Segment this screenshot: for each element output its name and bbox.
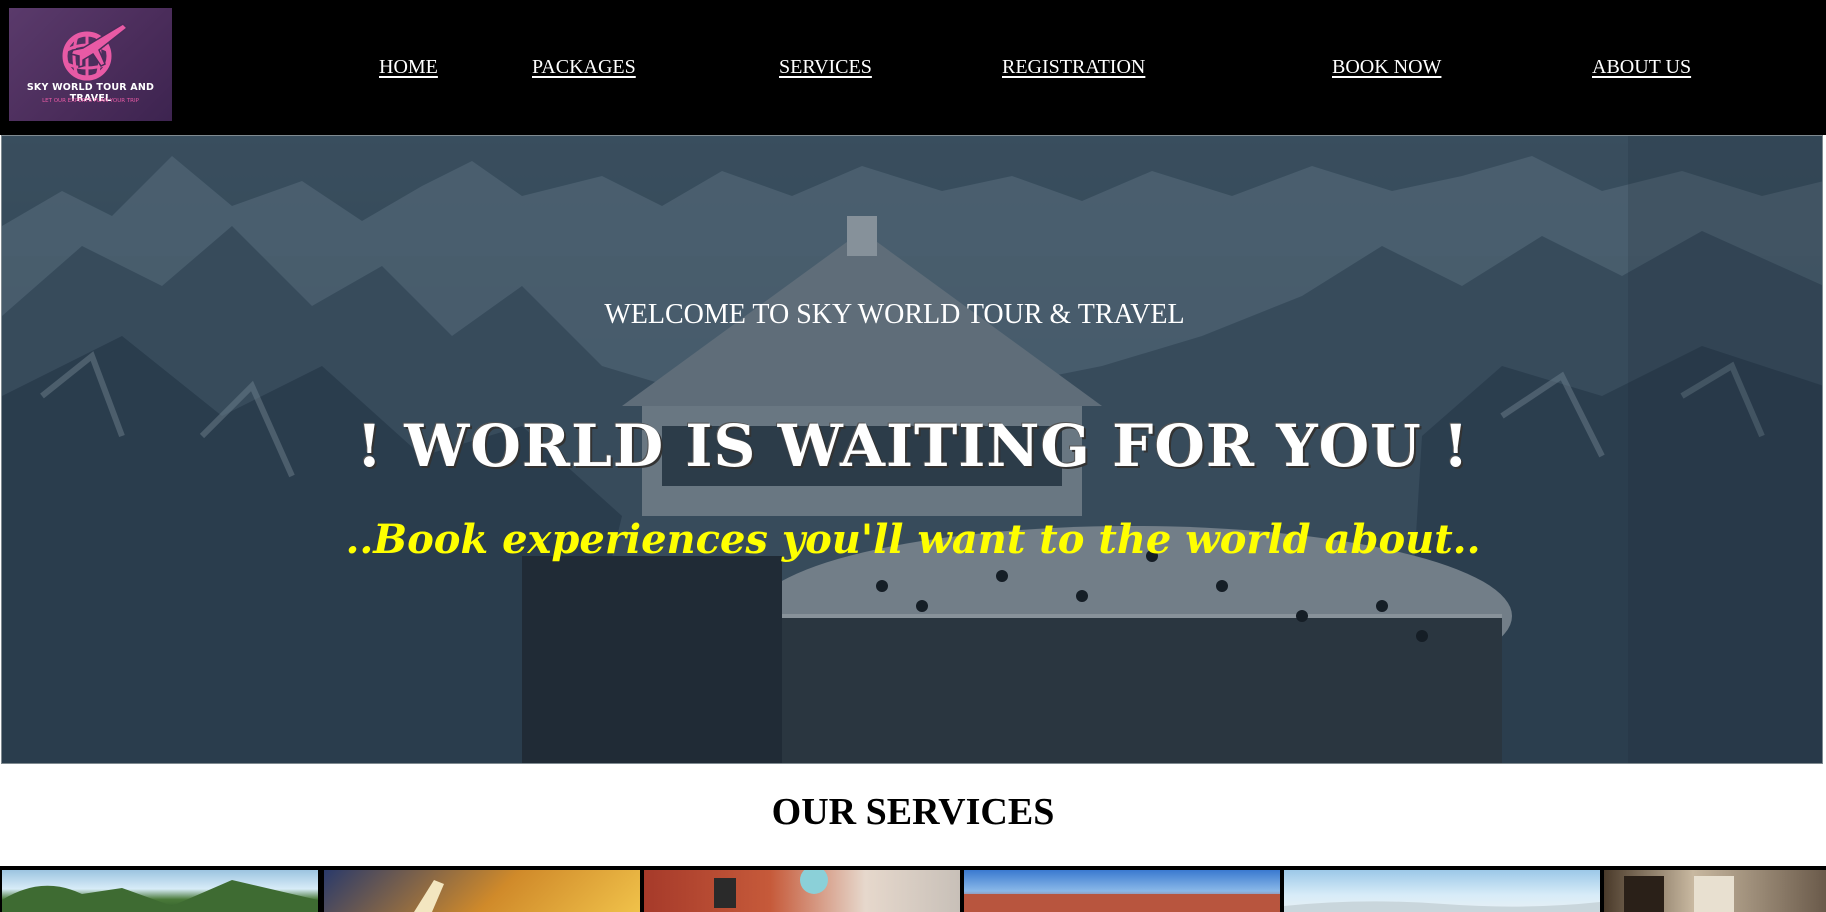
hero-tagline: ..Book experiences you'll want to the wo… bbox=[345, 516, 1481, 563]
travel-agent-icon bbox=[714, 870, 828, 908]
island-photo-icon bbox=[2, 880, 318, 912]
service-tile-sky[interactable] bbox=[1284, 870, 1600, 912]
hero-welcome-text: WELCOME TO SKY WORLD TOUR & TRAVEL bbox=[604, 299, 1185, 330]
brand-logo[interactable]: SKY WORLD TOUR AND TRAVEL LET OUR EXPERT… bbox=[9, 8, 172, 121]
globe-plane-icon bbox=[62, 23, 129, 81]
service-tile-hotels[interactable] bbox=[964, 870, 1280, 912]
nav-registration-link[interactable]: REGISTRATION bbox=[1002, 56, 1145, 79]
brand-tagline: LET OUR EXPERTS PLAN YOUR TRIP bbox=[42, 98, 139, 104]
services-tiles bbox=[0, 866, 1826, 912]
interior-photo-icon bbox=[1624, 876, 1734, 912]
top-navigation-bar: SKY WORLD TOUR AND TRAVEL LET OUR EXPERT… bbox=[0, 0, 1826, 135]
nav-packages-link[interactable]: PACKAGES bbox=[532, 56, 636, 79]
sky-landscape-icon bbox=[1284, 901, 1600, 912]
hero-banner: WELCOME TO SKY WORLD TOUR & TRAVEL ! WOR… bbox=[1, 135, 1823, 764]
service-tile-agent[interactable] bbox=[644, 870, 960, 912]
nav-services-link[interactable]: SERVICES bbox=[779, 56, 872, 79]
nav-home-link[interactable]: HOME bbox=[379, 56, 438, 79]
service-tile-island[interactable] bbox=[2, 870, 318, 912]
service-tile-flights[interactable] bbox=[324, 870, 640, 912]
service-tile-interior[interactable] bbox=[1604, 870, 1826, 912]
nav-book-now-link[interactable]: BOOK NOW bbox=[1332, 56, 1441, 79]
nav-about-us-link[interactable]: ABOUT US bbox=[1592, 56, 1691, 79]
hero-headline: ! WORLD IS WAITING FOR YOU ! bbox=[356, 412, 1470, 480]
hotel-photo-icon bbox=[964, 894, 1280, 912]
airplane-sunset-icon bbox=[414, 880, 444, 912]
services-heading: OUR SERVICES bbox=[771, 791, 1055, 833]
